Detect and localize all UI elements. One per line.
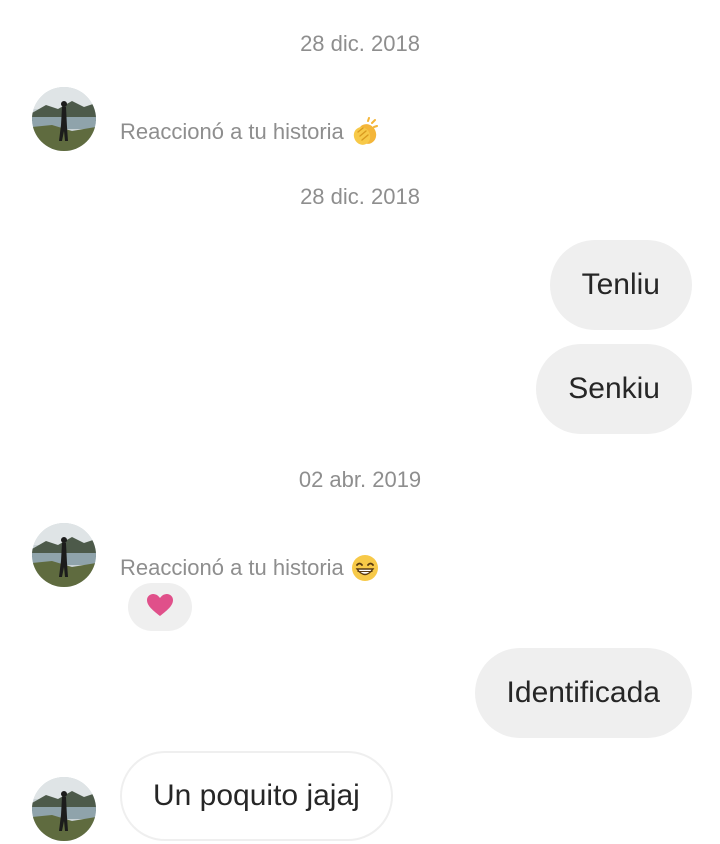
avatar[interactable] xyxy=(32,87,96,151)
heart-icon xyxy=(146,593,174,622)
heart-reaction[interactable] xyxy=(128,583,192,631)
clapping-hands-icon xyxy=(350,117,380,147)
story-reaction-label: Reaccionó a tu historia xyxy=(120,555,344,580)
avatar[interactable] xyxy=(32,523,96,587)
message-bubble-outgoing[interactable]: Senkiu xyxy=(536,344,692,434)
date-separator: 28 dic. 2018 xyxy=(300,184,420,209)
story-reaction-label: Reaccionó a tu historia xyxy=(120,119,344,144)
avatar[interactable] xyxy=(32,777,96,841)
message-bubble-outgoing[interactable]: Identificada xyxy=(474,648,692,738)
story-reaction: Reaccionó a tu historia xyxy=(120,553,380,583)
message-bubble-incoming[interactable]: Un poquito jajaj xyxy=(120,751,393,841)
story-reaction: Reaccionó a tu historia xyxy=(120,117,380,147)
grinning-face-icon xyxy=(350,553,380,583)
date-separator: 28 dic. 2018 xyxy=(300,31,420,56)
date-separator: 02 abr. 2019 xyxy=(298,467,422,492)
message-bubble-outgoing[interactable]: Tenliu xyxy=(549,240,692,330)
